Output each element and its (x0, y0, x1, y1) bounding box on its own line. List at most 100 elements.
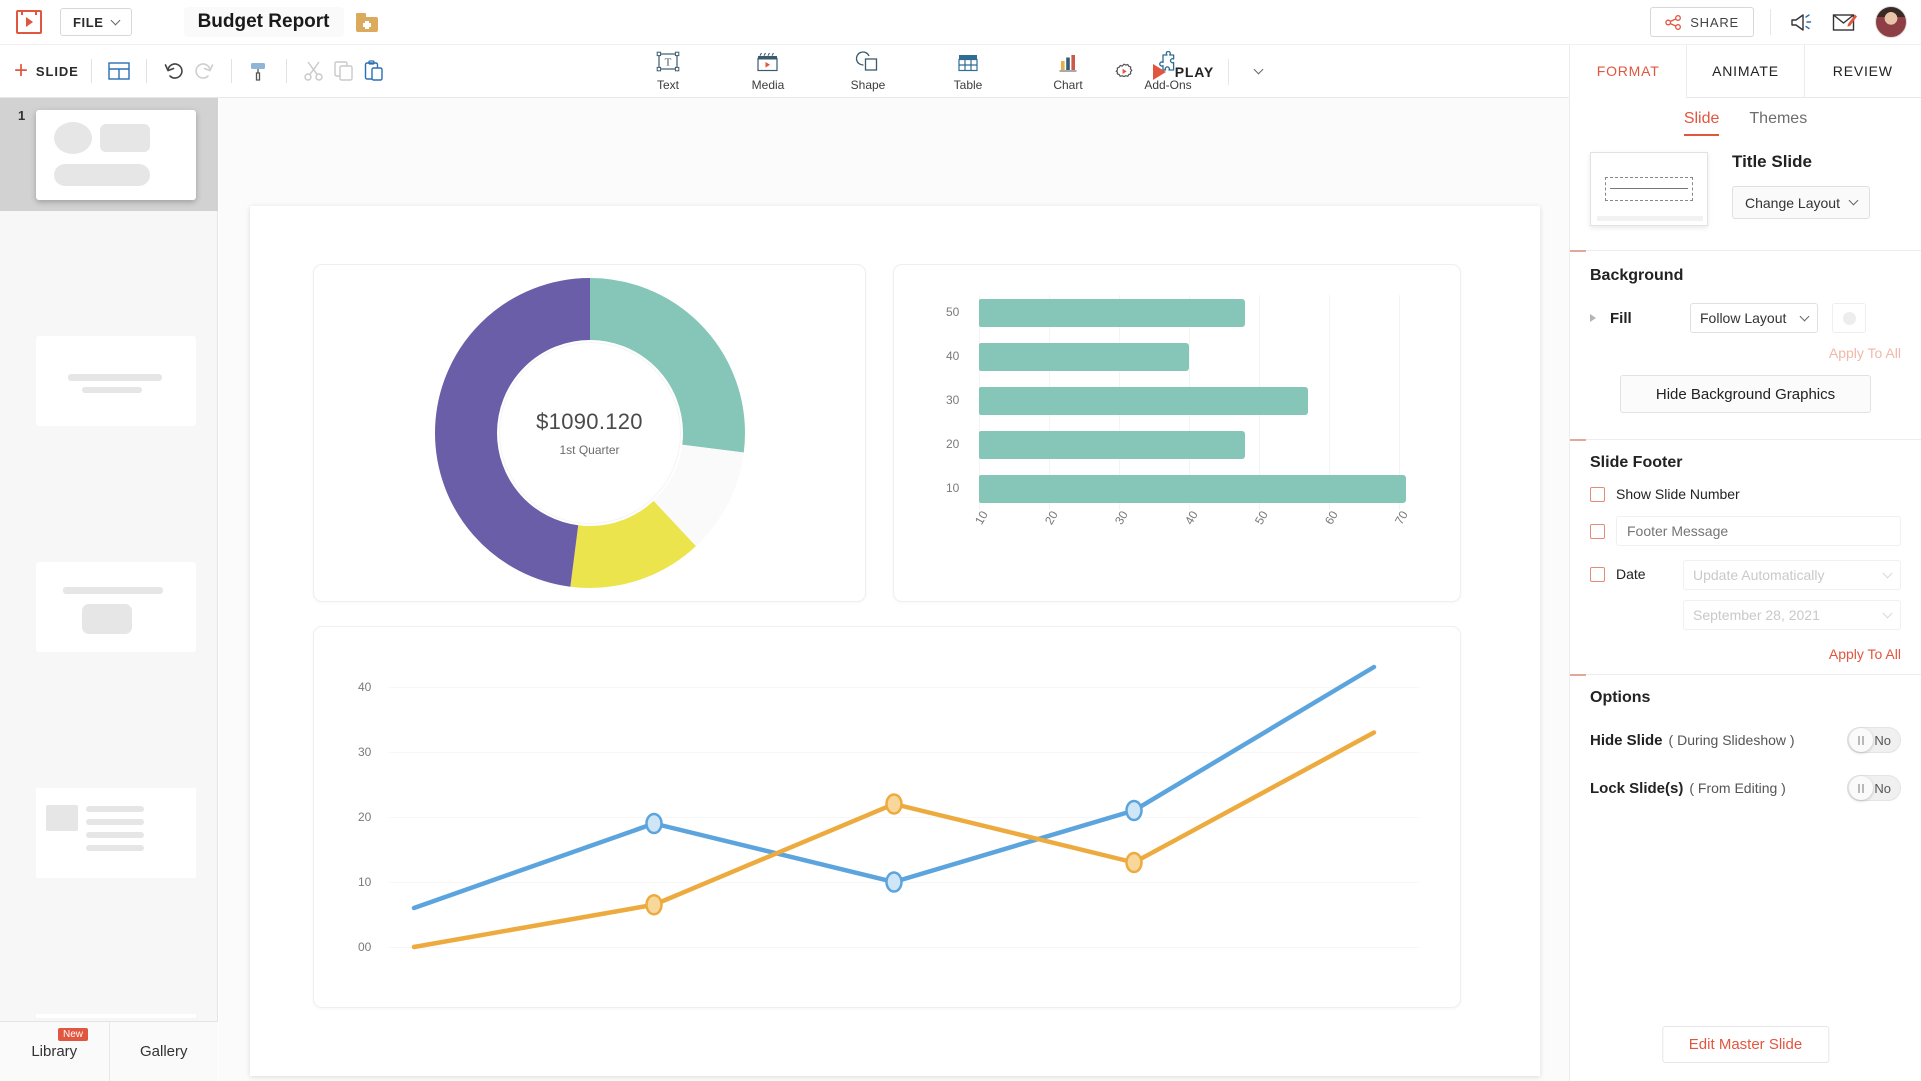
format-panel: Slide Themes Title Slide Change Layout B… (1569, 98, 1921, 1081)
slide-footer-heading: Slide Footer (1590, 454, 1683, 471)
lock-slide-label: Lock Slide(s) (1590, 779, 1684, 797)
bar-xtick-3: 40 (1182, 508, 1201, 527)
play-label: PLAY (1174, 63, 1214, 80)
current-slide[interactable]: $1090.120 1st Quarter 50 40 30 20 10 10 … (250, 206, 1540, 1076)
paste-icon[interactable] (359, 56, 389, 86)
panel-tab-themes[interactable]: Themes (1749, 110, 1807, 136)
date-mode-dropdown[interactable]: Update Automatically (1683, 560, 1901, 590)
chevron-down-icon (1799, 311, 1810, 321)
fill-color-swatch[interactable] (1832, 303, 1866, 333)
top-bar: FILE Budget Report SHARE (0, 0, 1921, 45)
background-section: Background Fill Follow Layout Apply To A… (1570, 251, 1921, 413)
lock-slide-state: No (1874, 780, 1891, 796)
fill-type-value: Follow Layout (1700, 310, 1787, 326)
slide-thumbnail-1[interactable]: 1 (0, 98, 218, 211)
ribbon-tabs: FORMAT ANIMATE REVIEW (1569, 45, 1921, 98)
footer-message-checkbox[interactable] (1590, 523, 1605, 539)
tab-animate[interactable]: ANIMATE (1686, 45, 1804, 98)
panel-tab-slide[interactable]: Slide (1683, 110, 1720, 136)
slide-footer-section: Slide Footer Show Slide Number Date Upda… (1570, 440, 1921, 662)
donut-center-label: $1090.120 1st Quarter (499, 343, 680, 523)
slide-thumbnail-4[interactable] (0, 776, 218, 889)
bar-chart-card[interactable]: 50 40 30 20 10 10 20 30 40 50 60 70 (893, 264, 1461, 602)
text-box-icon: T (656, 51, 680, 72)
gallery-label: Gallery (139, 1043, 188, 1060)
hide-background-graphics-button[interactable]: Hide Background Graphics (1620, 375, 1871, 413)
slide-preview-3 (36, 562, 196, 652)
change-layout-label: Change Layout (1745, 194, 1840, 211)
insert-chart-button[interactable]: Chart (1040, 51, 1096, 92)
footer-message-input[interactable] (1616, 516, 1901, 546)
fill-label: Fill (1610, 309, 1632, 327)
donut-chart-card[interactable]: $1090.120 1st Quarter (313, 264, 866, 602)
bar-4 (979, 475, 1406, 503)
slide-thumbnail-2[interactable] (0, 324, 218, 437)
fill-type-dropdown[interactable]: Follow Layout (1690, 303, 1818, 333)
bar-ylabel-4: 10 (946, 481, 960, 495)
line-chart: 40 30 20 10 00 (314, 627, 1462, 1009)
insert-media-button[interactable]: Media (740, 51, 796, 92)
copy-icon[interactable] (329, 56, 359, 86)
divider (90, 59, 92, 83)
line-chart-card[interactable]: 40 30 20 10 00 (313, 626, 1461, 1008)
divider (145, 59, 147, 83)
footer-apply-to-all[interactable]: Apply To All (1590, 646, 1901, 662)
folder-download-icon[interactable] (355, 12, 378, 32)
date-value-dropdown[interactable]: September 28, 2021 (1683, 600, 1901, 630)
layout-section: Title Slide Change Layout (1570, 136, 1921, 226)
document-title[interactable]: Budget Report (183, 7, 344, 37)
tab-review[interactable]: REVIEW (1803, 45, 1921, 98)
scissors-icon[interactable] (299, 56, 329, 86)
section-divider (1570, 439, 1921, 441)
bar-ylabel-1: 40 (946, 349, 960, 363)
play-options-chevron-icon[interactable] (1243, 57, 1273, 87)
sidebar-tab-gallery[interactable]: Gallery (108, 1022, 219, 1081)
layout-name: Title Slide (1732, 152, 1812, 171)
insert-shape-button[interactable]: Shape (840, 51, 896, 92)
hide-slide-note: ( During Slideshow ) (1668, 732, 1795, 748)
insert-text-button[interactable]: T Text (640, 51, 696, 92)
tab-format[interactable]: FORMAT (1569, 45, 1687, 98)
change-layout-button[interactable]: Change Layout (1732, 186, 1870, 219)
paint-roller-icon[interactable] (244, 56, 274, 86)
expand-triangle-icon[interactable] (1590, 314, 1596, 322)
chevron-down-icon (110, 15, 121, 25)
tab-animate-label: ANIMATE (1712, 63, 1779, 79)
slide-layout-icon[interactable] (104, 56, 134, 86)
share-button[interactable]: SHARE (1650, 7, 1754, 37)
file-menu-button[interactable]: FILE (60, 8, 132, 36)
add-slide-button[interactable]: + SLIDE (14, 59, 79, 83)
compose-mail-icon[interactable] (1831, 8, 1859, 36)
show-slide-number-checkbox[interactable] (1590, 486, 1605, 502)
insert-table-button[interactable]: Table (940, 51, 996, 92)
redo-icon[interactable] (189, 56, 219, 86)
tab-review-label: REVIEW (1832, 63, 1893, 79)
layout-preview-thumbnail[interactable] (1590, 152, 1708, 226)
zoho-show-logo[interactable] (16, 10, 42, 34)
slide-thumbnail-3[interactable] (0, 550, 218, 663)
sidebar-tab-library[interactable]: New Library (0, 1022, 109, 1081)
user-avatar[interactable] (1875, 6, 1907, 38)
gear-icon[interactable] (1109, 57, 1139, 87)
library-new-badge: New (58, 1028, 89, 1041)
hide-slide-toggle[interactable]: No (1847, 727, 1901, 753)
line-series-2-markers (645, 793, 1143, 916)
slide-thumbnail-5[interactable] (0, 1002, 218, 1018)
play-button[interactable]: PLAY (1152, 63, 1214, 80)
slide-preview-2 (36, 336, 196, 426)
slide-preview-4 (36, 788, 196, 878)
bar-0 (979, 299, 1245, 327)
slide-thumbnail-list[interactable]: 1 (0, 98, 218, 1018)
plus-icon: + (14, 57, 29, 84)
megaphone-icon[interactable] (1787, 8, 1815, 36)
date-checkbox[interactable] (1590, 567, 1605, 582)
edit-master-slide-button[interactable]: Edit Master Slide (1661, 1026, 1830, 1063)
bar-xtick-4: 50 (1252, 508, 1271, 527)
options-heading: Options (1590, 689, 1651, 706)
date-row: Date Update Automatically September 28, … (1590, 560, 1901, 630)
svg-text:T: T (665, 57, 672, 69)
undo-icon[interactable] (159, 56, 189, 86)
bar-2 (979, 387, 1308, 415)
background-apply-to-all[interactable]: Apply To All (1590, 345, 1901, 361)
lock-slide-toggle[interactable]: No (1847, 775, 1901, 801)
